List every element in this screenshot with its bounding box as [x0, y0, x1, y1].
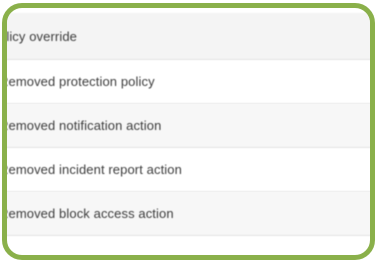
list-item-label: Removed notification action: [2, 118, 162, 133]
list-item-removed-block-access-action[interactable]: Removed block access action: [2, 192, 370, 236]
list-item-removed-notification-action[interactable]: Removed notification action: [2, 104, 370, 148]
list-item-label: Removed block access action: [2, 206, 174, 221]
screenshot-canvas: olicy override Removed protection policy…: [0, 0, 383, 266]
list-item-policy-override[interactable]: olicy override: [2, 13, 370, 60]
list-item-label: olicy override: [2, 28, 77, 44]
list-item-label: Removed incident report action: [2, 162, 182, 177]
list-item-removed-protection-policy[interactable]: Removed protection policy: [2, 60, 370, 104]
list-item-label: Removed protection policy: [2, 74, 155, 89]
highlight-callout: olicy override Removed protection policy…: [2, 3, 375, 260]
list-item-removed-incident-report-action[interactable]: Removed incident report action: [2, 148, 370, 192]
audit-action-list: olicy override Removed protection policy…: [2, 13, 370, 236]
